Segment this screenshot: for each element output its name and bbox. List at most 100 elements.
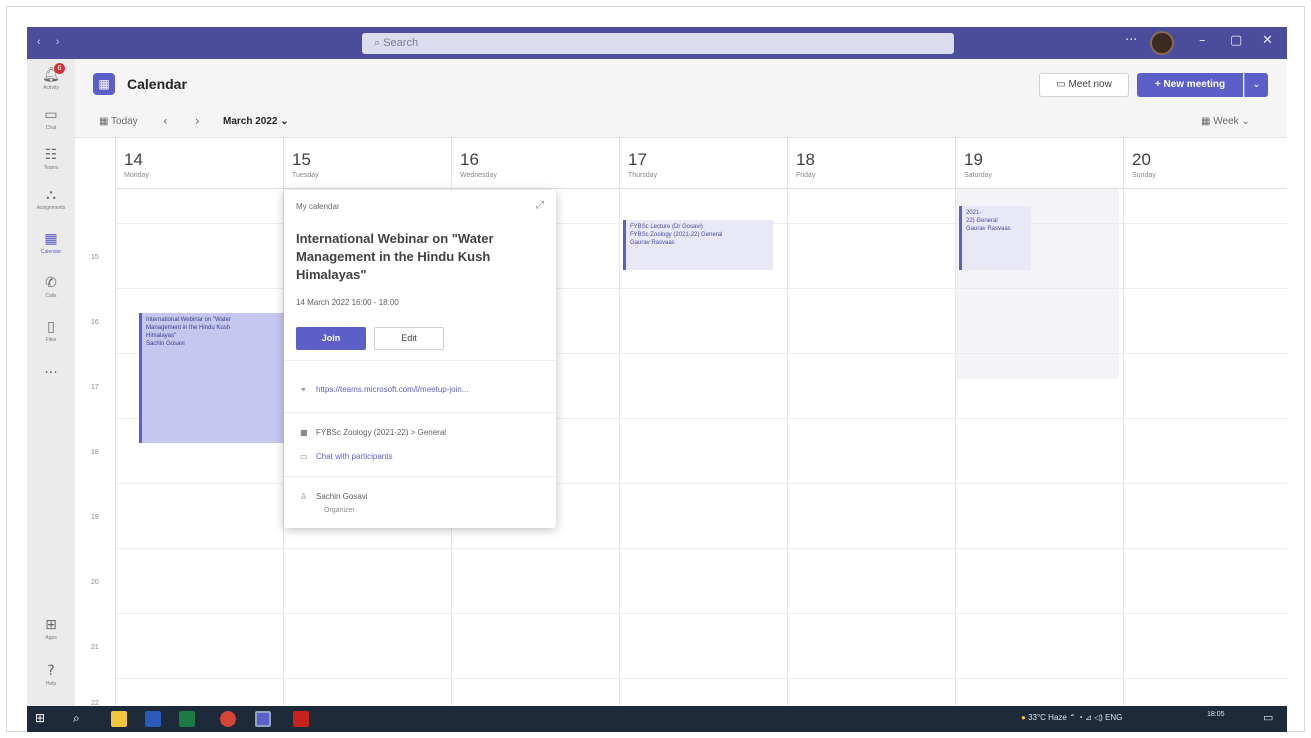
- channel-row[interactable]: ■ FYBSc Zoology (2021-22) > General: [300, 428, 446, 437]
- page-title: Calendar: [127, 76, 187, 92]
- system-tray[interactable]: ● 33°C Haze ⌃ ◔ ⊿ ◁) ENG: [1021, 713, 1122, 722]
- chevron-down-icon[interactable]: ⌄: [1244, 73, 1268, 97]
- event-details-popup[interactable]: My calendar ⤢ International Webinar on "…: [284, 190, 556, 528]
- help-icon: ?: [47, 663, 55, 679]
- assignments-icon: ⛬: [46, 187, 56, 203]
- hour-label: 16: [91, 319, 99, 326]
- more-options-icon[interactable]: ···: [1125, 33, 1137, 48]
- acrobat-icon[interactable]: [293, 711, 309, 727]
- teams-icon: ☷: [44, 147, 58, 163]
- search-placeholder: Search: [383, 37, 419, 49]
- hour-label: 21: [91, 644, 99, 651]
- new-meeting-button[interactable]: + New meeting: [1137, 73, 1243, 97]
- chat-icon: ▭: [300, 452, 308, 461]
- day-number: 20: [1132, 150, 1151, 169]
- rail-teams[interactable]: ☷ Teams: [33, 145, 69, 185]
- rail-more[interactable]: ...: [33, 359, 69, 399]
- minimize-icon[interactable]: –: [1199, 33, 1206, 48]
- app-rail: 🔔︎ 6 Activity ▭ Chat ☷ Teams ⛬ Assignmen…: [27, 59, 75, 706]
- day-number: 14: [124, 150, 143, 169]
- rail-files[interactable]: ▯ Files: [33, 317, 69, 357]
- rail-calendar[interactable]: ▦ Calendar: [33, 229, 69, 269]
- maximize-icon[interactable]: ▢: [1230, 33, 1242, 48]
- hour-line: [115, 548, 1287, 549]
- rail-label: Chat: [45, 125, 57, 131]
- search-icon[interactable]: ⌕: [73, 711, 89, 727]
- expand-icon[interactable]: ⤢: [536, 200, 544, 211]
- chevron-right-icon[interactable]: ›: [195, 114, 200, 128]
- view-label: Week: [1213, 116, 1239, 127]
- hour-label: 15: [91, 254, 99, 261]
- month-label: March 2022: [223, 116, 278, 127]
- today-label: Today: [111, 116, 138, 127]
- meet-now-label: Meet now: [1068, 79, 1112, 90]
- rail-activity[interactable]: 🔔︎ 6 Activity: [33, 63, 69, 105]
- file-explorer-icon[interactable]: [111, 711, 127, 727]
- close-icon[interactable]: ✕: [1262, 33, 1273, 48]
- chat-with-participants-link[interactable]: Chat with participants: [316, 452, 392, 461]
- rail-calls[interactable]: ✆ Calls: [33, 273, 69, 313]
- day-name: Saturday: [964, 172, 993, 179]
- event-channel: 22) General: [966, 218, 998, 224]
- meeting-link-row[interactable]: ⚭ https://teams.microsoft.com/l/meetup-jo…: [300, 385, 469, 394]
- title-bar: ‹ › ⌕ Search ··· – ▢ ✕: [27, 27, 1287, 59]
- taskbar-clock[interactable]: 18:05: [1207, 710, 1225, 719]
- divider: [284, 360, 556, 361]
- view-selector[interactable]: ▦ Week ⌄: [1201, 116, 1250, 127]
- back-forward-arrows-icon[interactable]: ‹ ›: [37, 36, 65, 48]
- event-title: Himalayas": [146, 333, 177, 339]
- organizer-row: ♙ Sachin Gosavi: [300, 492, 368, 501]
- search-icon: ⌕: [374, 37, 384, 49]
- calendar-icon: ▦: [44, 231, 58, 247]
- rail-label: Assignments: [36, 205, 66, 211]
- meet-now-button[interactable]: ▭ Meet now: [1039, 73, 1129, 97]
- rail-chat[interactable]: ▭ Chat: [33, 105, 69, 145]
- hour-label: 19: [91, 514, 99, 521]
- popup-time: 14 March 2022 16:00 - 18:00: [296, 298, 399, 307]
- avatar[interactable]: [1150, 31, 1174, 55]
- excel-icon[interactable]: [179, 711, 195, 727]
- day-header: 16 Wednesday: [460, 150, 497, 179]
- edit-button[interactable]: Edit: [374, 327, 444, 350]
- day-header: 14 Monday: [124, 150, 149, 179]
- today-button[interactable]: ▦ Today: [99, 116, 138, 127]
- channel-name: FYBSc Zoology (2021-22) > General: [316, 428, 447, 437]
- link-icon: ⚭: [300, 385, 307, 394]
- windows-start-icon[interactable]: ⊞: [35, 711, 51, 727]
- screenshot-frame: ‹ › ⌕ Search ··· – ▢ ✕ 🔔︎ 6 Activity ▭ C…: [6, 6, 1305, 732]
- chat-icon: ▭: [44, 107, 58, 123]
- rail-apps[interactable]: ⊞ Apps: [33, 615, 69, 655]
- event-saturday[interactable]: 2021- 22) General Gaurav Rasvaas: [959, 206, 1031, 270]
- language-label: ENG: [1105, 713, 1123, 722]
- event-webinar[interactable]: International Webinar on "Water Manageme…: [139, 313, 293, 443]
- chrome-icon[interactable]: [220, 711, 236, 727]
- day-header: 19 Saturday: [964, 150, 992, 179]
- day-name: Friday: [796, 172, 816, 179]
- calendar-header: ▦ Calendar ▭ Meet now + New meeting ⌄: [75, 59, 1287, 109]
- join-button[interactable]: Join: [296, 327, 366, 350]
- team-icon: ■: [300, 428, 308, 437]
- day-name: Wednesday: [460, 172, 497, 179]
- rail-help[interactable]: ? Help: [33, 661, 69, 701]
- event-channel: FYBSc Zoology (2021-22) General: [630, 232, 723, 238]
- meeting-link[interactable]: https://teams.microsoft.com/l/meetup-joi…: [316, 385, 469, 394]
- notification-center-icon[interactable]: ▭: [1263, 711, 1273, 724]
- rail-assignments[interactable]: ⛬ Assignments: [33, 185, 69, 225]
- teams-taskbar-icon[interactable]: [255, 711, 271, 727]
- chevron-left-icon[interactable]: ‹: [163, 114, 168, 128]
- popup-title: International Webinar on "Water Manageme…: [296, 231, 494, 282]
- search-input[interactable]: ⌕ Search: [362, 33, 954, 54]
- rail-label: Apps: [45, 635, 57, 641]
- windows-taskbar: ⊞ ⌕ ● 33°C Haze ⌃ ◔ ⊿ ◁) ENG 18:05 ▭: [27, 706, 1287, 732]
- event-title: International Webinar on "Water: [146, 317, 231, 323]
- month-picker[interactable]: March 2022 ⌄: [223, 116, 289, 127]
- chat-row[interactable]: ▭ Chat with participants: [300, 452, 392, 461]
- event-thursday[interactable]: FYBSc Lecture (Dr Gosavi) FYBSc Zoology …: [623, 220, 773, 270]
- rail-label: Help: [45, 681, 57, 687]
- word-icon[interactable]: [145, 711, 161, 727]
- divider: [284, 476, 556, 477]
- hour-line: [115, 613, 1287, 614]
- rail-label: Files: [45, 337, 57, 343]
- organizer-role: Organizer: [324, 507, 355, 514]
- hour-label: 18: [91, 449, 99, 456]
